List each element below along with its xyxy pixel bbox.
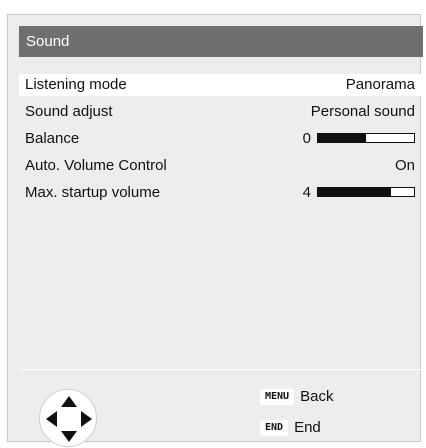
dpad-arrows-icon [39, 389, 97, 447]
menu-item-sound-adjust[interactable]: Sound adjust Personal sound [19, 101, 423, 123]
menu-item-label: Balance [25, 130, 80, 147]
startup-volume-bar-track [317, 187, 415, 197]
menu-item-value: On [394, 157, 415, 174]
menu-item-auto-volume-control[interactable]: Auto. Volume Control On [19, 155, 423, 177]
menu-item-label: Sound adjust [25, 103, 113, 120]
sound-menu-panel: Sound Listening mode Panorama Sound adju… [7, 14, 423, 447]
footer-key-back[interactable]: MENU Back [260, 386, 333, 408]
menu-item-value: Personal sound [310, 103, 415, 120]
balance-slider[interactable]: 0 [285, 128, 415, 150]
balance-bar-fill [318, 134, 366, 142]
menu-item-balance[interactable]: Balance 0 [19, 128, 423, 150]
footer-key-label: End [294, 419, 321, 437]
startup-volume-slider[interactable]: 4 [285, 182, 415, 204]
balance-bar-track [317, 133, 415, 143]
menu-item-label: Auto. Volume Control [25, 157, 167, 174]
end-key-badge: END [260, 420, 289, 437]
menu-item-label: Listening mode [25, 76, 127, 93]
menu-item-label: Max. startup volume [25, 184, 161, 201]
startup-volume-value: 4 [302, 184, 311, 201]
footer-divider [19, 369, 423, 370]
footer-key-end[interactable]: END End [260, 417, 321, 439]
menu-item-value: Panorama [345, 76, 415, 93]
menu-key-badge: MENU [260, 389, 295, 406]
startup-volume-bar-fill [318, 188, 391, 196]
footer-key-label: Back [300, 388, 334, 406]
menu-item-listening-mode[interactable]: Listening mode Panorama [19, 74, 423, 96]
panel-title: Sound [19, 26, 423, 57]
balance-value: 0 [302, 130, 311, 147]
menu-item-max-startup-volume[interactable]: Max. startup volume 4 [19, 182, 423, 204]
